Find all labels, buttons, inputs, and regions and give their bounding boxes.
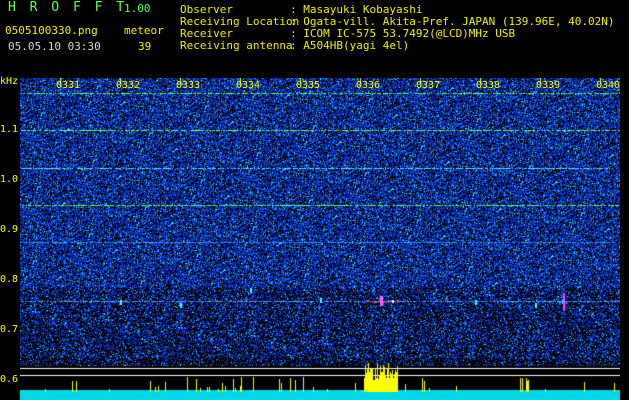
x-label-0339: 0339: [536, 80, 561, 91]
datetime: 05.05.10 03:30: [8, 40, 101, 53]
y-label-0.9: 0.9: [0, 224, 19, 235]
app-name: H R O F F T: [8, 0, 128, 15]
hrofft-window: H R O F F T 1.00 0505100330.png meteor 0…: [0, 0, 629, 400]
y-label-0.6: 0.6: [0, 374, 19, 385]
y-label-0.8: 0.8: [0, 274, 19, 285]
x-label-0333: 0333: [176, 80, 201, 91]
x-label-0332: 0332: [116, 80, 141, 91]
field-label-antenna: Receiving antenna: [180, 39, 293, 52]
x-label-0340: 0340: [596, 80, 621, 91]
x-label-0335: 0335: [296, 80, 321, 91]
spectrogram-canvas: [20, 78, 620, 400]
meteor-count: 39: [138, 40, 152, 53]
y-label-0.7: 0.7: [0, 324, 19, 335]
x-label-0336: 0336: [356, 80, 381, 91]
field-value-antenna: : A504HB(yagi 4el): [290, 39, 410, 52]
x-label-0331: 0331: [56, 80, 81, 91]
x-label-0338: 0338: [476, 80, 501, 91]
filename: 0505100330.png: [5, 24, 98, 37]
y-label-1.1: 1.1: [0, 124, 19, 135]
x-label-0337: 0337: [416, 80, 441, 91]
x-label-0334: 0334: [236, 80, 261, 91]
meteor-label: meteor: [124, 24, 164, 37]
app-version: 1.00: [124, 2, 151, 15]
y-unit-label: kHz: [0, 76, 19, 87]
y-label-1.0: 1.0: [0, 174, 19, 185]
